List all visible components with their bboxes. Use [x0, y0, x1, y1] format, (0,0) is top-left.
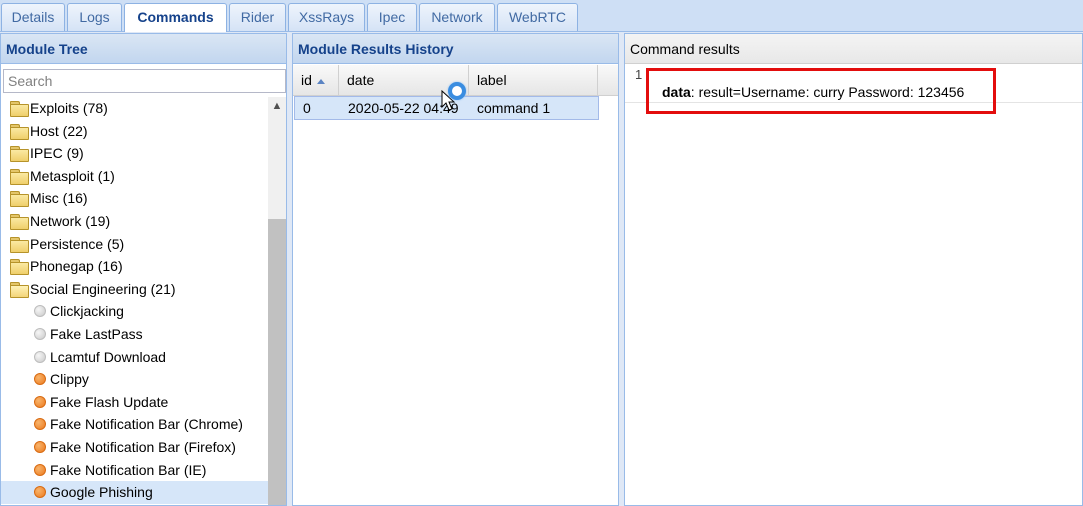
- tree-folder-item[interactable]: Misc (16): [1, 187, 268, 210]
- tab-strip: Details Logs Commands Rider XssRays Ipec…: [0, 0, 1083, 32]
- tab-rider[interactable]: Rider: [229, 3, 286, 31]
- column-header-label[interactable]: label: [469, 65, 598, 96]
- orange-status-icon: [34, 440, 46, 453]
- orange-status-icon: [34, 373, 46, 386]
- tree-folder-item[interactable]: Network (19): [1, 210, 268, 233]
- tree-item-label: Clickjacking: [50, 303, 124, 320]
- folder-icon: [10, 101, 29, 117]
- tree-item-label: Fake Notification Bar (Firefox): [50, 438, 236, 455]
- tree-item-label: Clippy: [50, 371, 89, 388]
- tab-logs[interactable]: Logs: [67, 3, 122, 31]
- tree-folder-item[interactable]: Host (22): [1, 120, 268, 143]
- result-value: : result=Username: curry Password: 12345…: [690, 84, 965, 100]
- tab-details[interactable]: Details: [1, 3, 65, 31]
- gray-status-icon: [34, 305, 46, 318]
- orange-status-icon: [34, 463, 46, 476]
- tree-module-item[interactable]: Fake Notification Bar (IE): [1, 459, 268, 482]
- module-tree-list: Exploits (78) Host (22) IPEC (9) Metasploit…: [1, 97, 268, 504]
- tree-module-item[interactable]: Fake LastPass: [1, 323, 268, 346]
- tree-item-label: Metasploit (1): [30, 167, 115, 184]
- folder-icon: [10, 213, 29, 230]
- tree-folder-item[interactable]: Persistence (5): [1, 233, 268, 256]
- scroll-thumb[interactable]: [268, 219, 286, 505]
- tree-folder-item[interactable]: Phonegap (16): [1, 255, 268, 278]
- scroll-up-arrow-icon[interactable]: ▲: [268, 97, 286, 115]
- gray-status-icon: [34, 350, 46, 363]
- orange-status-icon: [34, 395, 46, 408]
- folder-icon: [10, 191, 29, 208]
- tree-module-item[interactable]: Clickjacking: [1, 300, 268, 323]
- tab-network[interactable]: Network: [419, 3, 495, 31]
- tab-commands[interactable]: Commands: [124, 3, 227, 32]
- tree-item-label: Host (22): [30, 122, 88, 139]
- tree-item-label: Exploits (78): [30, 100, 108, 116]
- orange-status-icon: [34, 418, 46, 431]
- module-tree-title: Module Tree: [1, 34, 286, 64]
- row-number: 1: [635, 67, 643, 82]
- tree-module-item[interactable]: Lcamtuf Download: [1, 346, 268, 369]
- tree-item-label: Phonegap (16): [30, 258, 123, 275]
- tree-item-label: IPEC (9): [30, 145, 84, 162]
- tree-item-label: Persistence (5): [30, 235, 125, 252]
- folder-icon: [10, 168, 29, 185]
- tree-module-item[interactable]: Fake Notification Bar (Firefox): [1, 436, 268, 459]
- column-header-id-label: id: [301, 72, 312, 88]
- result-row: 1 data: result=Username: curry Password:…: [625, 65, 1082, 114]
- orange-status-icon: [34, 486, 46, 499]
- tree-module-item[interactable]: Fake Flash Update: [1, 391, 268, 414]
- tree-folder-item[interactable]: Exploits (78): [1, 97, 268, 120]
- tree-item-label: Fake LastPass: [50, 325, 143, 342]
- column-header-id[interactable]: id: [293, 65, 339, 96]
- search-input[interactable]: [3, 69, 286, 93]
- tree-item-label: Social Engineering (21): [30, 280, 176, 297]
- tree-folder-item[interactable]: IPEC (9): [1, 142, 268, 165]
- tree-item-label: Lcamtuf Download: [50, 348, 166, 365]
- tree-folder-item[interactable]: Social Engineering (21): [1, 278, 268, 301]
- module-tree-panel: Module Tree Exploits (78) Host (22) IPEC (…: [0, 33, 287, 506]
- cell-label: command 1: [477, 100, 551, 116]
- folder-open-icon: [10, 281, 29, 298]
- tree-item-label: Misc (16): [30, 190, 88, 207]
- result-text: data: result=Username: curry Password: 1…: [662, 84, 964, 100]
- sort-ascending-icon: [316, 78, 325, 84]
- tab-webrtc[interactable]: WebRTC: [497, 3, 578, 31]
- tree-item-label: Fake Flash Update: [50, 393, 169, 410]
- tree-item-label: Fake Notification Bar (IE): [50, 461, 207, 478]
- tab-ipec[interactable]: Ipec: [367, 3, 417, 31]
- folder-icon: [10, 259, 29, 276]
- tree-module-item[interactable]: Fake Notification Bar (Chrome): [1, 413, 268, 436]
- tree-module-item[interactable]: Google Phishing: [1, 481, 268, 504]
- folder-icon: [10, 146, 29, 163]
- folder-icon: [10, 123, 29, 140]
- loading-spinner-icon: [448, 82, 466, 100]
- folder-icon: [10, 236, 29, 253]
- highlight-box: data: result=Username: curry Password: 1…: [646, 68, 996, 114]
- command-results-title: Command results: [625, 34, 1082, 64]
- tree-item-label: Fake Notification Bar (Chrome): [50, 416, 243, 433]
- results-history-title: Module Results History: [293, 34, 618, 64]
- tree-item-label: Network (19): [30, 212, 111, 229]
- gray-status-icon: [34, 327, 46, 340]
- result-key: data: [662, 84, 691, 100]
- tab-xssrays[interactable]: XssRays: [288, 3, 365, 31]
- tree-item-label: Google Phishing: [50, 484, 153, 501]
- tree-scrollbar[interactable]: ▲: [268, 97, 286, 505]
- tree-folder-item[interactable]: Metasploit (1): [1, 165, 268, 188]
- tree-module-item[interactable]: Clippy: [1, 368, 268, 391]
- cell-id: 0: [303, 100, 311, 116]
- command-results-panel: Command results 1 data: result=Username:…: [624, 33, 1083, 506]
